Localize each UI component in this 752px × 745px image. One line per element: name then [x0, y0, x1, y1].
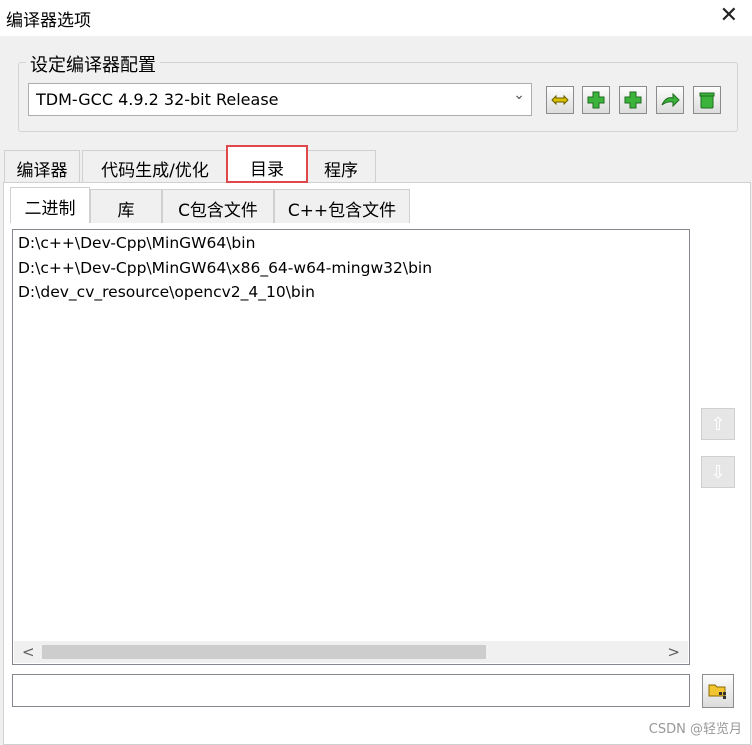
rename-icon	[661, 92, 680, 108]
scroll-left-icon[interactable]: <	[22, 643, 35, 661]
folder-icon	[708, 684, 726, 699]
list-item[interactable]: D:\dev_cv_resource\opencv2_4_10\bin	[18, 283, 315, 301]
add-icon	[624, 91, 642, 109]
horizontal-scrollbar[interactable]: < >	[14, 641, 688, 663]
compile-settings-button[interactable]	[546, 86, 574, 114]
scroll-right-icon[interactable]: >	[667, 643, 680, 661]
close-icon[interactable]: ✕	[720, 5, 738, 27]
main-tab-strip: 编译器 代码生成/优化 目录 程序	[0, 145, 752, 183]
tab-c-includes[interactable]: C包含文件	[162, 189, 274, 223]
move-down-button[interactable]: ⇩	[701, 456, 735, 488]
delete-icon	[699, 92, 715, 109]
window-title: 编译器选项	[6, 11, 91, 31]
compiler-config-select[interactable]: TDM-GCC 4.9.2 32-bit Release ⌄	[28, 83, 532, 116]
tab-codegen[interactable]: 代码生成/优化	[82, 150, 228, 182]
compile-settings-icon	[551, 94, 569, 106]
scrollbar-thumb[interactable]	[42, 645, 486, 659]
directory-list[interactable]: D:\c++\Dev-Cpp\MinGW64\bin D:\c++\Dev-Cp…	[12, 229, 690, 665]
add-icon	[587, 91, 605, 109]
arrow-down-icon: ⇩	[710, 461, 726, 483]
tab-cpp-includes[interactable]: C++包含文件	[274, 189, 410, 223]
config-group-label: 设定编译器配置	[26, 51, 160, 77]
tab-compiler[interactable]: 编译器	[4, 150, 80, 182]
move-up-button[interactable]: ⇧	[701, 408, 735, 440]
title-bar: 编译器选项 ✕	[0, 0, 752, 36]
compiler-config-value: TDM-GCC 4.9.2 32-bit Release	[36, 90, 279, 109]
arrow-up-icon: ⇧	[710, 413, 726, 435]
add-config-button[interactable]	[582, 86, 610, 114]
delete-config-button[interactable]	[693, 86, 721, 114]
browse-folder-button[interactable]	[702, 674, 734, 708]
add-config-copy-button[interactable]	[619, 86, 647, 114]
chevron-down-icon[interactable]: ⌄	[513, 87, 525, 103]
tab-binaries[interactable]: 二进制	[10, 187, 90, 223]
list-item[interactable]: D:\c++\Dev-Cpp\MinGW64\x86_64-w64-mingw3…	[18, 259, 432, 277]
tab-libraries[interactable]: 库	[90, 189, 162, 223]
tab-programs[interactable]: 程序	[306, 150, 376, 182]
list-item[interactable]: D:\c++\Dev-Cpp\MinGW64\bin	[18, 234, 255, 252]
tab-directories[interactable]: 目录	[226, 145, 308, 183]
rename-config-button[interactable]	[656, 86, 684, 114]
watermark: CSDN @轻览月	[648, 722, 742, 737]
directory-path-input[interactable]	[12, 674, 690, 707]
